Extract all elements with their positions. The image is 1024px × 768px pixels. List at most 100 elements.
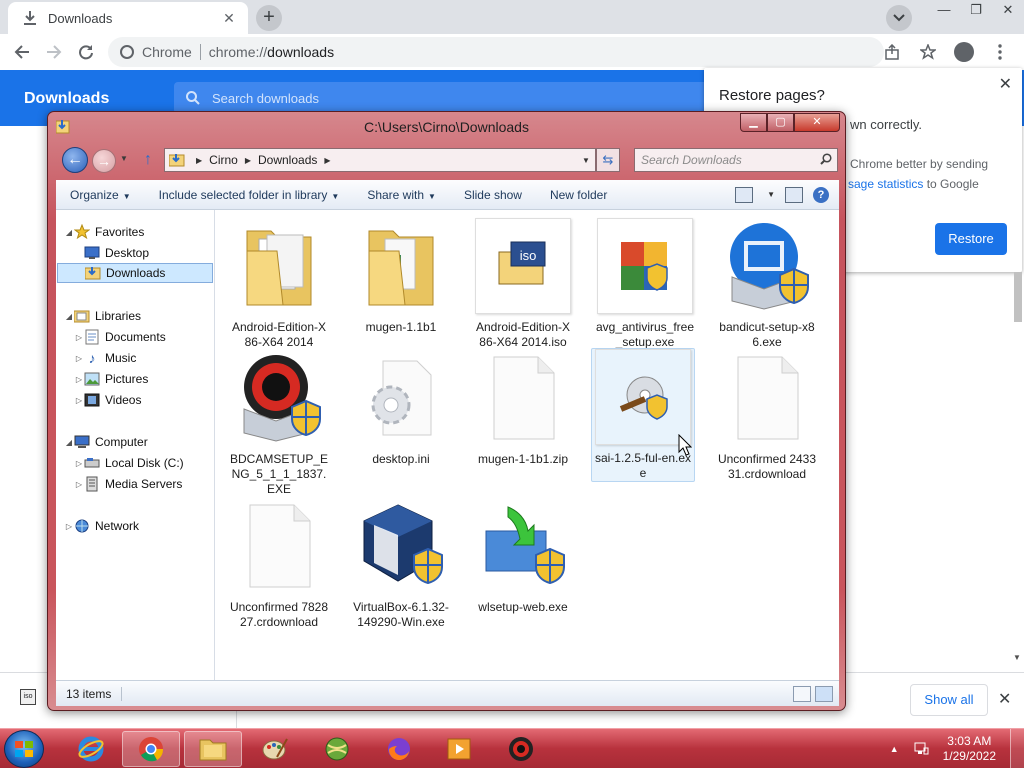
- expand-triangle-icon[interactable]: ◢: [64, 438, 74, 447]
- nav-documents[interactable]: ▷ Documents: [74, 327, 166, 347]
- tab-downloads[interactable]: Downloads ✕: [8, 2, 248, 34]
- explorer-search-input[interactable]: Search Downloads: [634, 148, 838, 172]
- file-item[interactable]: mugen-1.1b1: [349, 218, 453, 335]
- breadcrumb-cirno[interactable]: Cirno: [209, 153, 238, 167]
- taskbar-chrome[interactable]: [122, 731, 180, 767]
- taskbar-bandicam[interactable]: [492, 731, 550, 767]
- nav-computer[interactable]: ◢ Computer: [64, 432, 148, 452]
- share-button[interactable]: [876, 36, 908, 68]
- file-item[interactable]: Android-Edition-X86-X64 2014: [227, 218, 331, 350]
- help-icon[interactable]: ?: [813, 186, 829, 203]
- breadcrumb-separator-icon[interactable]: ▶: [196, 156, 202, 165]
- explorer-close-button[interactable]: ✕: [794, 113, 840, 132]
- collapse-triangle-icon[interactable]: ▷: [74, 375, 84, 384]
- taskbar-internet-explorer[interactable]: [62, 731, 120, 767]
- nav-music[interactable]: ▷ ♪ Music: [74, 348, 136, 368]
- close-window-button[interactable]: ✕: [992, 0, 1024, 20]
- explorer-maximize-button[interactable]: ▢: [767, 113, 794, 132]
- shelf-close-button[interactable]: ✕: [998, 689, 1011, 709]
- taskbar-media-player[interactable]: [430, 731, 488, 767]
- share-with-button[interactable]: Share with ▼: [353, 188, 450, 202]
- taskbar-file-explorer[interactable]: [184, 731, 242, 767]
- taskbar-firefox[interactable]: [370, 731, 428, 767]
- file-item[interactable]: Unconfirmed 243331.crdownload: [715, 350, 819, 482]
- large-icons-view-icon[interactable]: [815, 685, 833, 702]
- explorer-minimize-button[interactable]: ▁: [740, 113, 767, 132]
- bookmark-button[interactable]: [912, 36, 944, 68]
- tab-search-button[interactable]: [886, 5, 912, 31]
- breadcrumb-separator-icon[interactable]: ▶: [245, 156, 251, 165]
- recent-locations-dropdown[interactable]: ▼: [120, 154, 128, 163]
- file-item[interactable]: wlsetup-web.exe: [471, 498, 575, 615]
- file-item[interactable]: desktop.ini: [349, 350, 453, 467]
- nav-favorites[interactable]: ◢ Favorites: [64, 222, 144, 242]
- file-item[interactable]: avg_antivirus_free_setup.exe: [593, 218, 697, 350]
- address-dropdown-icon[interactable]: ▼: [577, 156, 595, 165]
- address-bar[interactable]: Chrome chrome://downloads: [108, 37, 884, 67]
- slide-show-button[interactable]: Slide show: [450, 188, 536, 202]
- scrollbar-thumb[interactable]: [1014, 272, 1022, 322]
- nav-videos[interactable]: ▷ Videos: [74, 390, 142, 410]
- file-item[interactable]: mugen-1-1b1.zip: [471, 350, 575, 467]
- explorer-address-bar[interactable]: ▶ Cirno ▶ Downloads ▶ ▼: [164, 148, 596, 172]
- scroll-down-arrow-icon[interactable]: ▼: [1013, 653, 1021, 662]
- nav-desktop[interactable]: Desktop: [74, 243, 149, 263]
- collapse-triangle-icon[interactable]: ▷: [74, 354, 84, 363]
- up-folder-button[interactable]: ↑: [144, 151, 152, 169]
- collapse-triangle-icon[interactable]: ▷: [74, 333, 84, 342]
- nav-libraries[interactable]: ◢ Libraries: [64, 306, 141, 326]
- expand-triangle-icon[interactable]: ◢: [64, 312, 74, 321]
- file-item[interactable]: Unconfirmed 782827.crdownload: [227, 498, 331, 630]
- new-tab-button[interactable]: +: [256, 5, 282, 31]
- system-clock[interactable]: 3:03 AM 1/29/2022: [943, 734, 996, 764]
- file-item[interactable]: BDCAMSETUP_ENG_5_1_1_1837.EXE: [227, 350, 331, 497]
- chevron-down-icon[interactable]: ▼: [767, 190, 775, 199]
- nav-local-disk[interactable]: ▷ Local Disk (C:): [74, 453, 184, 473]
- restore-button[interactable]: Restore: [935, 223, 1007, 255]
- reload-button[interactable]: [70, 36, 102, 68]
- iso-file-icon[interactable]: iso: [20, 689, 36, 705]
- show-hidden-icons-icon[interactable]: ▲: [890, 744, 899, 754]
- back-button[interactable]: [6, 36, 38, 68]
- collapse-triangle-icon[interactable]: ▷: [74, 459, 84, 468]
- change-view-icon[interactable]: [735, 186, 754, 203]
- restore-dialog-close-button[interactable]: ✕: [999, 74, 1012, 94]
- nav-media-servers[interactable]: ▷ Media Servers: [74, 474, 182, 494]
- file-item[interactable]: sai-1.2.5-ful-en.exe: [591, 348, 695, 482]
- collapse-triangle-icon[interactable]: ▷: [74, 480, 84, 489]
- breadcrumb-downloads[interactable]: Downloads: [258, 153, 317, 167]
- taskbar-game[interactable]: [308, 731, 366, 767]
- show-desktop-button[interactable]: [1010, 729, 1024, 768]
- file-item[interactable]: iso Android-Edition-X86-X64 2014.iso: [471, 218, 575, 350]
- breadcrumb-separator-icon[interactable]: ▶: [324, 156, 330, 165]
- file-item[interactable]: VirtualBox-6.1.32-149290-Win.exe: [349, 498, 453, 630]
- show-all-button[interactable]: Show all: [910, 684, 988, 716]
- collapse-triangle-icon[interactable]: ▷: [64, 522, 74, 531]
- explorer-refresh-button[interactable]: ⇆: [596, 148, 620, 172]
- usage-statistics-link[interactable]: sage statistics: [848, 177, 923, 191]
- expand-triangle-icon[interactable]: ◢: [64, 228, 74, 237]
- include-in-library-button[interactable]: Include selected folder in library ▼: [145, 188, 354, 202]
- minimize-button[interactable]: —: [928, 0, 960, 20]
- network-status-icon[interactable]: [913, 740, 929, 759]
- forward-button[interactable]: [38, 36, 70, 68]
- start-button[interactable]: [4, 730, 44, 768]
- details-view-icon[interactable]: [793, 685, 811, 702]
- menu-button[interactable]: [984, 36, 1016, 68]
- new-folder-button[interactable]: New folder: [536, 188, 621, 202]
- organize-button[interactable]: Organize ▼: [56, 188, 145, 202]
- explorer-forward-button[interactable]: →: [92, 149, 116, 173]
- file-item[interactable]: bandicut-setup-x86.exe: [715, 218, 819, 350]
- page-scrollbar[interactable]: ▼: [1012, 272, 1022, 662]
- nav-downloads[interactable]: Downloads: [57, 263, 213, 283]
- explorer-back-button[interactable]: ←: [62, 147, 88, 173]
- profile-button[interactable]: [948, 36, 980, 68]
- maximize-button[interactable]: ❐: [960, 0, 992, 20]
- taskbar-paint[interactable]: [246, 731, 304, 767]
- preview-pane-icon[interactable]: [785, 186, 803, 203]
- nav-network[interactable]: ▷ Network: [64, 516, 139, 536]
- search-downloads-input[interactable]: Search downloads: [174, 82, 714, 114]
- tab-close-button[interactable]: ✕: [220, 10, 238, 27]
- collapse-triangle-icon[interactable]: ▷: [74, 396, 84, 405]
- nav-pictures[interactable]: ▷ Pictures: [74, 369, 148, 389]
